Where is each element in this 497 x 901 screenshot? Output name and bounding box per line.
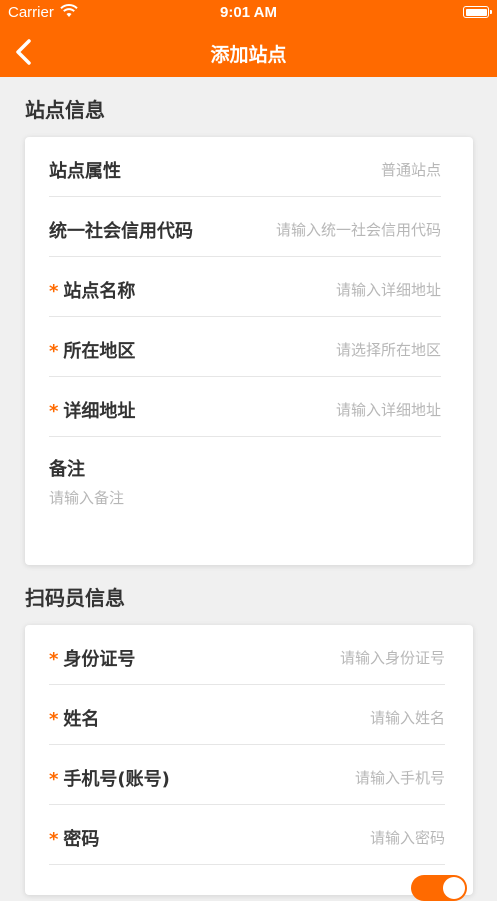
phone-input[interactable]: 请输入手机号 [355,767,445,788]
status-time: 9:01 AM [220,4,277,21]
toggle-knob [443,877,465,899]
region-row[interactable]: * 所在地区 请选择所在地区 [49,317,441,377]
credit-code-row[interactable]: 统一社会信用代码 请输入统一社会信用代码 [49,197,441,257]
site-section-title: 站点信息 [25,98,105,122]
password-label: * 密码 [49,829,100,850]
remark-label: 备注 [49,459,85,480]
site-attribute-label: 站点属性 [49,161,121,182]
phone-row[interactable]: * 手机号(账号) 请输入手机号 [49,745,445,805]
scanner-info-card: * 身份证号 请输入身份证号 * 姓名 请输入姓名 * 手机号(账号) 请输入手机号 … [25,625,473,895]
page-title: 添加站点 [210,44,287,66]
required-mark: * [49,401,59,422]
status-bar: Carrier 9:01 AM [0,0,497,26]
id-number-row[interactable]: * 身份证号 请输入身份证号 [49,625,445,685]
name-input[interactable]: 请输入姓名 [370,707,445,728]
site-name-label: * 站点名称 [49,281,136,302]
toggle-switch[interactable] [411,875,467,901]
scanner-section-title: 扫码员信息 [25,586,125,610]
site-attribute-value[interactable]: 普通站点 [381,159,441,180]
name-label: * 姓名 [49,709,100,730]
remark-input[interactable]: 请输入备注 [49,487,124,508]
site-name-row[interactable]: * 站点名称 请输入详细地址 [49,257,441,317]
required-mark: * [49,769,59,790]
phone-label: * 手机号(账号) [49,769,170,790]
region-label: * 所在地区 [49,341,136,362]
region-select[interactable]: 请选择所在地区 [336,339,441,360]
required-mark: * [49,281,59,302]
name-row[interactable]: * 姓名 请输入姓名 [49,685,445,745]
site-attribute-row[interactable]: 站点属性 普通站点 [49,137,441,197]
id-number-input[interactable]: 请输入身份证号 [340,647,445,668]
password-input[interactable]: 请输入密码 [370,827,445,848]
site-info-card: 站点属性 普通站点 统一社会信用代码 请输入统一社会信用代码 * 站点名称 请输入… [25,137,473,565]
address-row[interactable]: * 详细地址 请输入详细地址 [49,377,441,437]
password-row[interactable]: * 密码 请输入密码 [49,805,445,865]
nav-bar: 添加站点 [0,26,497,77]
id-number-label: * 身份证号 [49,649,136,670]
credit-code-label: 统一社会信用代码 [49,221,193,242]
required-mark: * [49,709,59,730]
required-mark: * [49,649,59,670]
address-input[interactable]: 请输入详细地址 [336,399,441,420]
battery-icon [463,6,492,18]
required-mark: * [49,341,59,362]
required-mark: * [49,829,59,850]
site-name-input[interactable]: 请输入详细地址 [336,279,441,300]
address-label: * 详细地址 [49,401,136,422]
credit-code-input[interactable]: 请输入统一社会信用代码 [276,219,441,240]
